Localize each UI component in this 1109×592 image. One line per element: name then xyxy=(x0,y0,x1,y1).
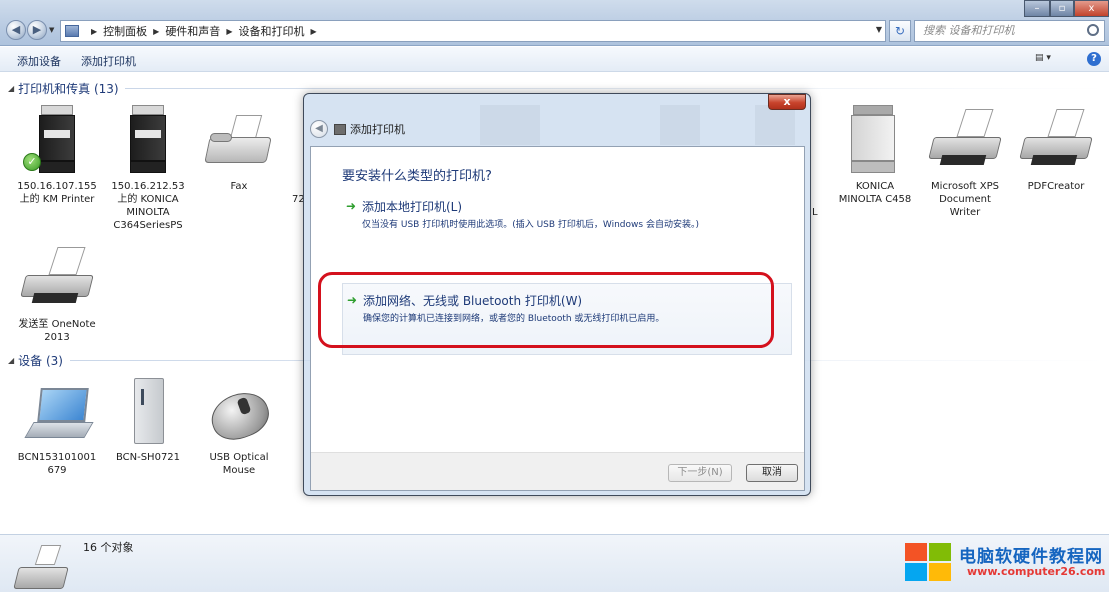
minimize-button[interactable]: – xyxy=(1024,0,1050,17)
mouse-icon xyxy=(197,374,281,448)
address-bar[interactable]: ▶ 控制面板 ▶ 硬件和声音 ▶ 设备和打印机 ▶ ▼ xyxy=(60,20,886,42)
search-placeholder: 搜索 设备和打印机 xyxy=(923,24,1015,37)
item-count: 16 个对象 xyxy=(83,541,134,554)
dialog-footer: 下一步(N) 取消 xyxy=(311,452,804,490)
dialog-title: 添加打印机 xyxy=(350,123,405,136)
add-device-button[interactable]: 添加设备 xyxy=(17,53,61,69)
dialog-header: ◀ 添加打印机 xyxy=(310,118,405,140)
breadcrumb-chevron-icon[interactable]: ▶ xyxy=(226,27,232,36)
device-item[interactable]: BCN153101001679 xyxy=(15,374,99,477)
option-description: 仅当没有 USB 打印机时使用此选项。(插入 USB 打印机后，Windows … xyxy=(362,220,699,230)
printer-item[interactable]: 150.16.212.53 上的 KONICA MINOLTA C364Seri… xyxy=(106,103,190,232)
group-header-printers[interactable]: ◢ 打印机和传真 (13) xyxy=(8,80,119,97)
device-item[interactable]: USB Optical Mouse xyxy=(197,374,281,477)
printer-item[interactable]: ✓ 150.16.107.155 上的 KM Printer xyxy=(15,103,99,206)
printer-label: Microsoft XPS Document Writer xyxy=(931,181,999,218)
breadcrumb: ▶ 控制面板 ▶ 硬件和声音 ▶ 设备和打印机 ▶ xyxy=(85,23,323,39)
device-label: BCN153101001679 xyxy=(17,452,97,476)
breadcrumb-chevron-icon[interactable]: ▶ xyxy=(153,27,159,36)
maximize-button[interactable]: ▫ xyxy=(1050,0,1074,17)
add-local-printer-option[interactable]: ➜ 添加本地打印机(L) 仅当没有 USB 打印机时使用此选项。(插入 USB … xyxy=(342,191,792,263)
breadcrumb-devices-printers[interactable]: 设备和打印机 xyxy=(238,23,304,39)
address-dropdown-icon[interactable]: ▼ xyxy=(876,25,882,34)
next-button[interactable]: 下一步(N) xyxy=(668,464,732,482)
inkjet-printer-icon xyxy=(923,103,1007,177)
collapse-triangle-icon[interactable]: ◢ xyxy=(8,356,14,365)
printer-label: 150.16.107.155 上的 KM Printer xyxy=(17,181,97,205)
group-header-devices[interactable]: ◢ 设备 (3) xyxy=(8,352,63,369)
annotation-highlight-ring xyxy=(318,272,774,348)
search-icon[interactable] xyxy=(1087,24,1099,36)
inkjet-printer-icon xyxy=(15,241,99,315)
printer-item[interactable]: PDFCreator xyxy=(1014,103,1098,193)
view-options-icon[interactable]: ▤ ▾ xyxy=(1035,53,1061,66)
forward-arrow-icon[interactable]: ▶ xyxy=(27,20,47,40)
history-dropdown-icon[interactable]: ▼ xyxy=(49,26,54,34)
printer-label: Fax xyxy=(230,181,248,192)
printer-label: 发送至 OneNote 2013 xyxy=(18,319,96,343)
printer-camera-icon xyxy=(13,543,70,589)
dialog-question: 要安装什么类型的打印机? xyxy=(342,169,492,184)
back-arrow-icon[interactable]: ◀ xyxy=(6,20,26,40)
breadcrumb-chevron-icon[interactable]: ▶ xyxy=(310,27,316,36)
window-titlebar: ◀ ▶ ▼ ▶ 控制面板 ▶ 硬件和声音 ▶ 设备和打印机 ▶ ▼ ↻ 搜索 设… xyxy=(0,0,1109,46)
watermark-title: 电脑软硬件教程网 xyxy=(959,547,1103,567)
search-input[interactable]: 搜索 设备和打印机 xyxy=(914,20,1105,42)
breadcrumb-control-panel[interactable]: 控制面板 xyxy=(103,23,147,39)
add-printer-button[interactable]: 添加打印机 xyxy=(81,53,136,69)
laptop-icon xyxy=(15,374,99,448)
collapse-triangle-icon[interactable]: ◢ xyxy=(8,84,14,93)
control-panel-icon xyxy=(65,25,79,37)
windows-logo-icon xyxy=(905,543,953,583)
close-button[interactable]: x xyxy=(1074,0,1109,17)
dialog-close-button[interactable]: x xyxy=(768,94,806,110)
breadcrumb-hardware-sound[interactable]: 硬件和声音 xyxy=(165,23,220,39)
printer-label-partial: L xyxy=(812,207,818,218)
green-arrow-icon: ➜ xyxy=(346,199,357,213)
printer-label: PDFCreator xyxy=(1027,181,1085,192)
default-printer-check-icon: ✓ xyxy=(23,153,41,171)
device-item[interactable]: BCN-SH0721 xyxy=(106,374,190,464)
command-bar: 添加设备 添加打印机 ▤ ▾ ? xyxy=(0,47,1109,72)
group-divider xyxy=(125,88,1105,89)
dialog-back-arrow-icon[interactable]: ◀ xyxy=(310,120,328,138)
cancel-button[interactable]: 取消 xyxy=(746,464,798,482)
device-label: USB Optical Mouse xyxy=(209,452,269,476)
site-watermark: 电脑软硬件教程网 www.computer26.com xyxy=(905,541,1105,587)
device-label: BCN-SH0721 xyxy=(115,452,181,463)
printer-label: KONICA MINOLTA C458 xyxy=(838,181,912,205)
printer-small-icon xyxy=(334,123,346,135)
printer-item[interactable]: 发送至 OneNote 2013 xyxy=(15,241,99,344)
option-title[interactable]: 添加本地打印机(L) xyxy=(362,198,462,215)
printer-item[interactable]: KONICA MINOLTA C458 xyxy=(833,103,917,206)
printer-item[interactable]: Microsoft XPS Document Writer xyxy=(923,103,1007,219)
refresh-icon[interactable]: ↻ xyxy=(889,20,911,42)
tower-icon xyxy=(106,374,190,448)
mfp-printer-icon xyxy=(833,103,917,177)
inkjet-printer-icon xyxy=(1014,103,1098,177)
fax-icon xyxy=(197,103,281,177)
printer-label: 150.16.212.53 上的 KONICA MINOLTA C364Seri… xyxy=(111,181,185,231)
watermark-url: www.computer26.com xyxy=(967,565,1106,578)
help-icon[interactable]: ? xyxy=(1087,52,1101,66)
mfp-printer-icon: ✓ xyxy=(15,103,99,177)
printer-item[interactable]: Fax xyxy=(197,103,281,193)
breadcrumb-chevron-icon[interactable]: ▶ xyxy=(91,27,97,36)
mfp-printer-icon xyxy=(106,103,190,177)
